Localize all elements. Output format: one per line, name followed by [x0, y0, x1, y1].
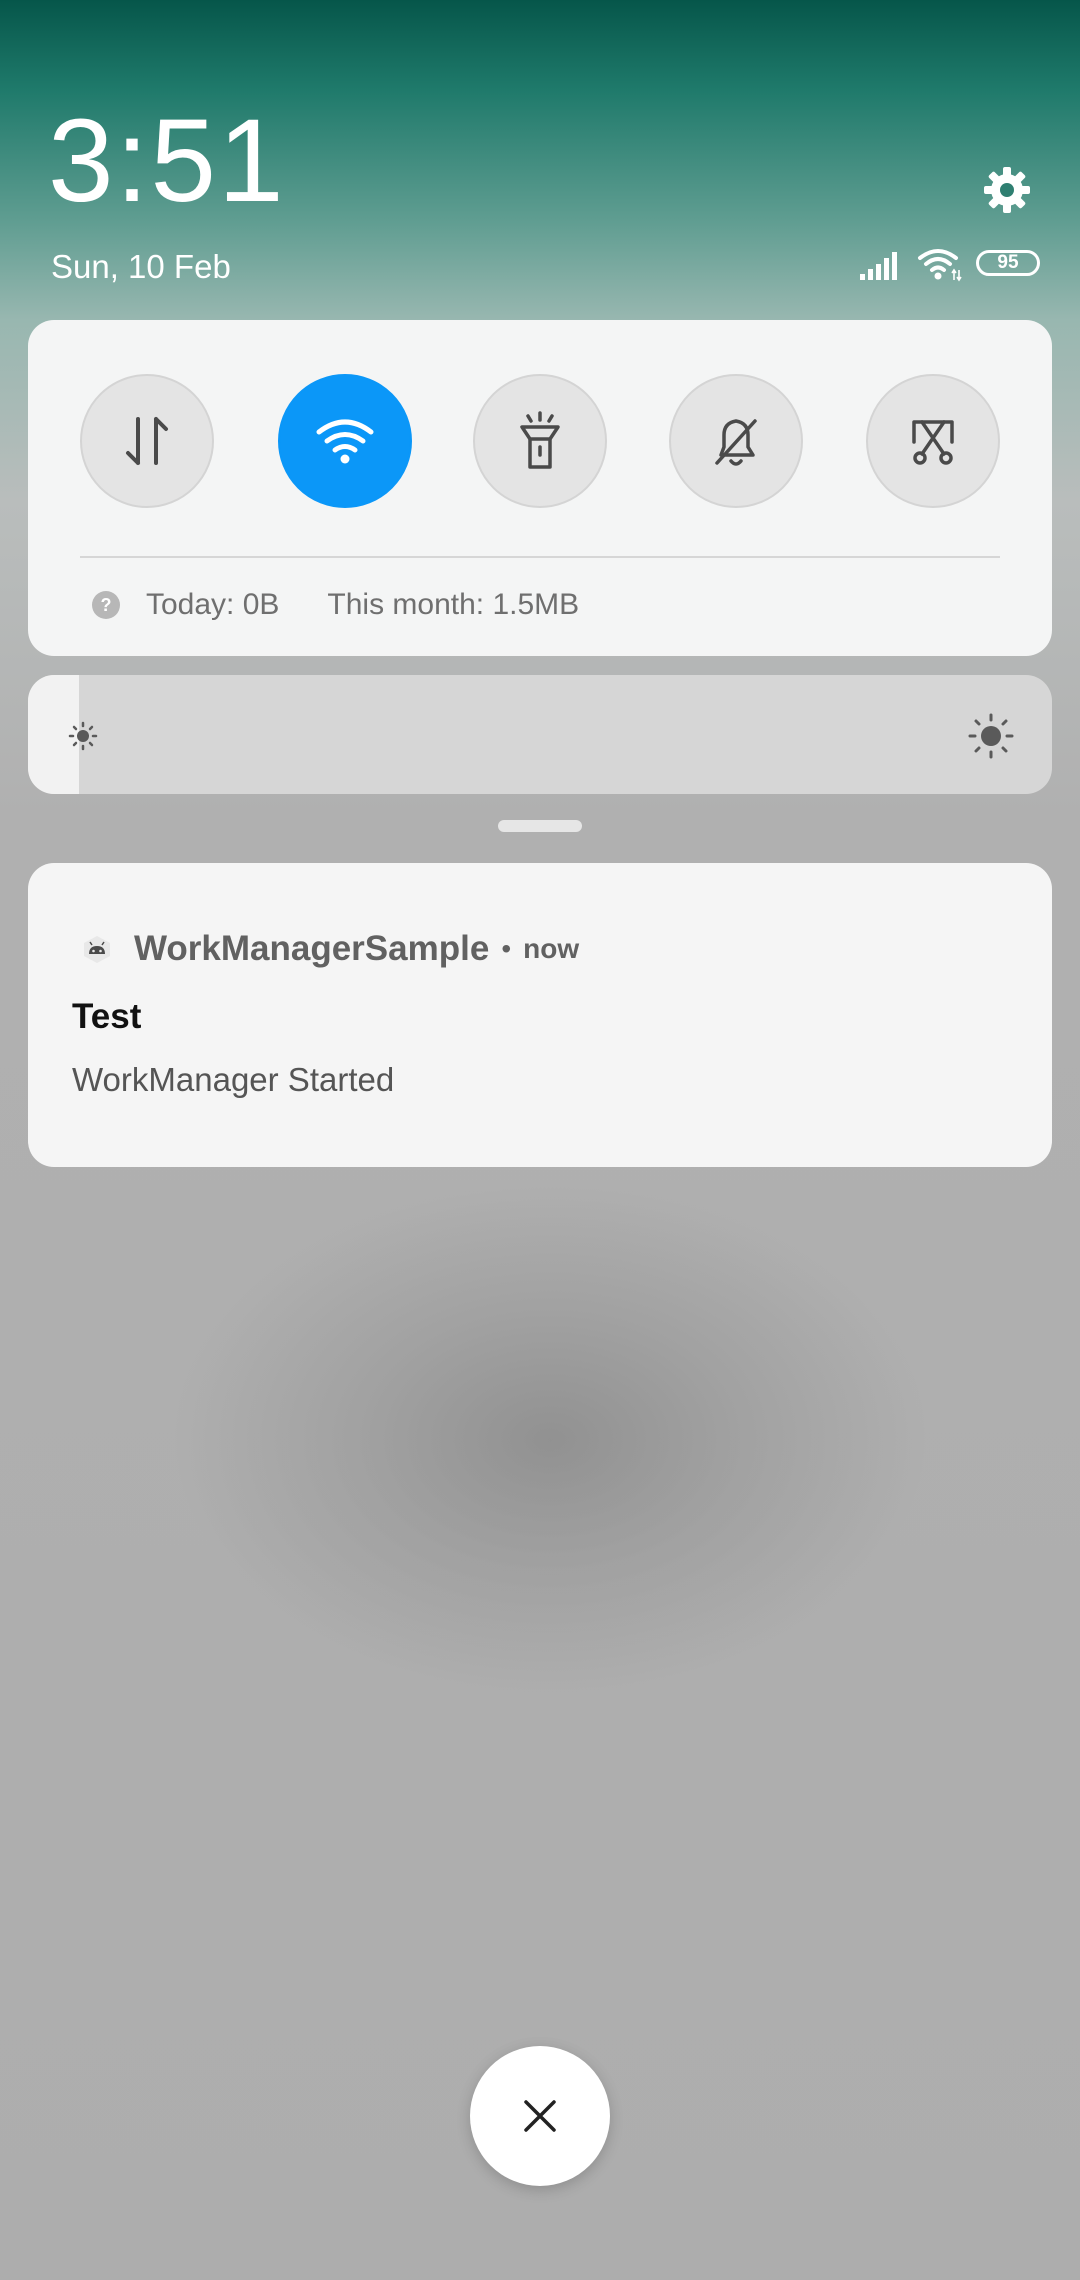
wifi-status-icon	[918, 249, 962, 282]
clear-all-button[interactable]	[470, 2046, 610, 2186]
separator-dot: •	[501, 933, 512, 964]
scissors-icon	[912, 420, 954, 465]
background-blur	[170, 1180, 930, 1700]
mobile-data-toggle[interactable]	[80, 374, 214, 508]
wifi-toggle[interactable]	[278, 374, 412, 508]
data-today-label: Today: 0B	[146, 588, 280, 621]
arrows-up-down-icon	[126, 417, 168, 465]
clock: 3:51	[48, 95, 286, 227]
drag-handle[interactable]	[498, 820, 582, 832]
signal-icon	[860, 252, 897, 280]
notification-body: WorkManager Started	[72, 1061, 395, 1098]
android-icon	[84, 936, 110, 963]
brightness-slider[interactable]	[28, 675, 1052, 794]
data-usage-row[interactable]: ? Today: 0B This month: 1.5MB	[92, 588, 579, 622]
divider	[80, 556, 1000, 558]
screenshot-toggle[interactable]	[866, 374, 1000, 508]
brightness-low-icon	[68, 721, 98, 751]
close-icon	[524, 2100, 556, 2132]
notification-card[interactable]: WorkManagerSample • now Test WorkManager…	[28, 863, 1052, 1167]
wifi-icon	[316, 419, 374, 464]
flashlight-toggle[interactable]	[473, 374, 607, 508]
notification-time: now	[523, 933, 580, 964]
data-month-label: This month: 1.5MB	[327, 588, 580, 621]
gear-icon[interactable]	[982, 165, 1032, 215]
quick-settings-panel: ? Today: 0B This month: 1.5MB	[28, 320, 1052, 656]
brightness-high-icon	[968, 713, 1014, 759]
bell-off-icon	[715, 419, 757, 466]
help-icon: ?	[92, 591, 120, 619]
flashlight-icon	[520, 411, 560, 469]
battery-icon: 95	[976, 250, 1040, 276]
app-name: WorkManagerSample	[134, 929, 490, 968]
notification-header: WorkManagerSample • now	[80, 929, 579, 969]
status-icons: 95	[860, 246, 1046, 282]
silent-toggle[interactable]	[669, 374, 803, 508]
date-label: Sun, 10 Feb	[51, 248, 231, 285]
notification-title: Test	[72, 997, 142, 1036]
